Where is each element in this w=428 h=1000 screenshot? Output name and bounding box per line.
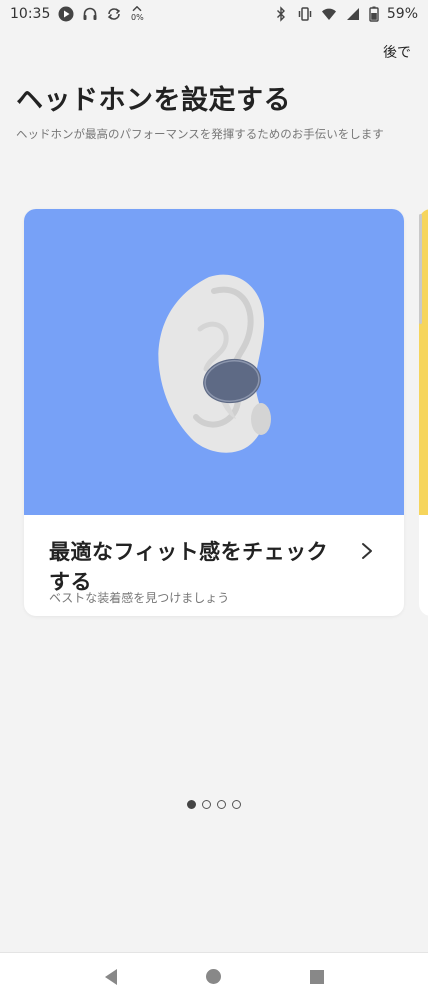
data-rate-label: 0%	[131, 13, 144, 22]
card-title: 最適なフィット感をチェックする	[49, 540, 329, 594]
page-subtitle: ヘッドホンが最高のパフォーマンスを発揮するためのお手伝いをします	[16, 127, 384, 141]
status-left: 10:35 0%	[10, 6, 144, 22]
battery-percent: 59%	[386, 6, 418, 22]
fit-check-card[interactable]: 最適なフィット感をチェックする ベストな装着感を見つけましょう	[24, 209, 404, 616]
page-indicator	[0, 800, 428, 809]
card-description: ベストな装着感を見つけましょう	[49, 591, 230, 605]
page-title: ヘッドホンを設定する	[16, 85, 291, 116]
home-button[interactable]	[204, 967, 224, 987]
setup-screen: 10:35 0% 59% 後で ヘッドホンを設定する ヘッドホンが最高のパフォー…	[0, 0, 428, 1000]
bluetooth-icon	[273, 6, 289, 22]
play-icon	[58, 6, 74, 22]
recents-button[interactable]	[307, 967, 327, 987]
data-saver-icon: 0%	[130, 6, 144, 22]
ear-with-earbud-illustration	[158, 274, 271, 453]
page-dot-2[interactable]	[202, 800, 211, 809]
chevron-right-icon	[362, 543, 372, 559]
signal-icon	[345, 6, 361, 22]
wifi-icon	[321, 6, 337, 22]
card-image	[24, 209, 404, 515]
navigation-bar	[0, 952, 428, 1000]
later-button[interactable]: 後で	[383, 42, 411, 62]
battery-icon	[369, 6, 379, 22]
page-dot-3[interactable]	[217, 800, 226, 809]
scroll-indicator	[419, 214, 422, 324]
status-time: 10:35	[10, 6, 51, 22]
status-right: 59%	[273, 6, 418, 22]
vibrate-icon	[297, 6, 313, 22]
home-icon	[206, 969, 222, 984]
headphones-icon	[82, 6, 98, 22]
status-bar: 10:35 0% 59%	[0, 0, 428, 28]
recents-icon	[309, 969, 324, 984]
page-dot-1[interactable]	[187, 800, 196, 809]
page-dot-4[interactable]	[232, 800, 241, 809]
back-button[interactable]	[101, 967, 121, 987]
sync-icon	[106, 6, 122, 22]
back-icon	[105, 968, 118, 985]
